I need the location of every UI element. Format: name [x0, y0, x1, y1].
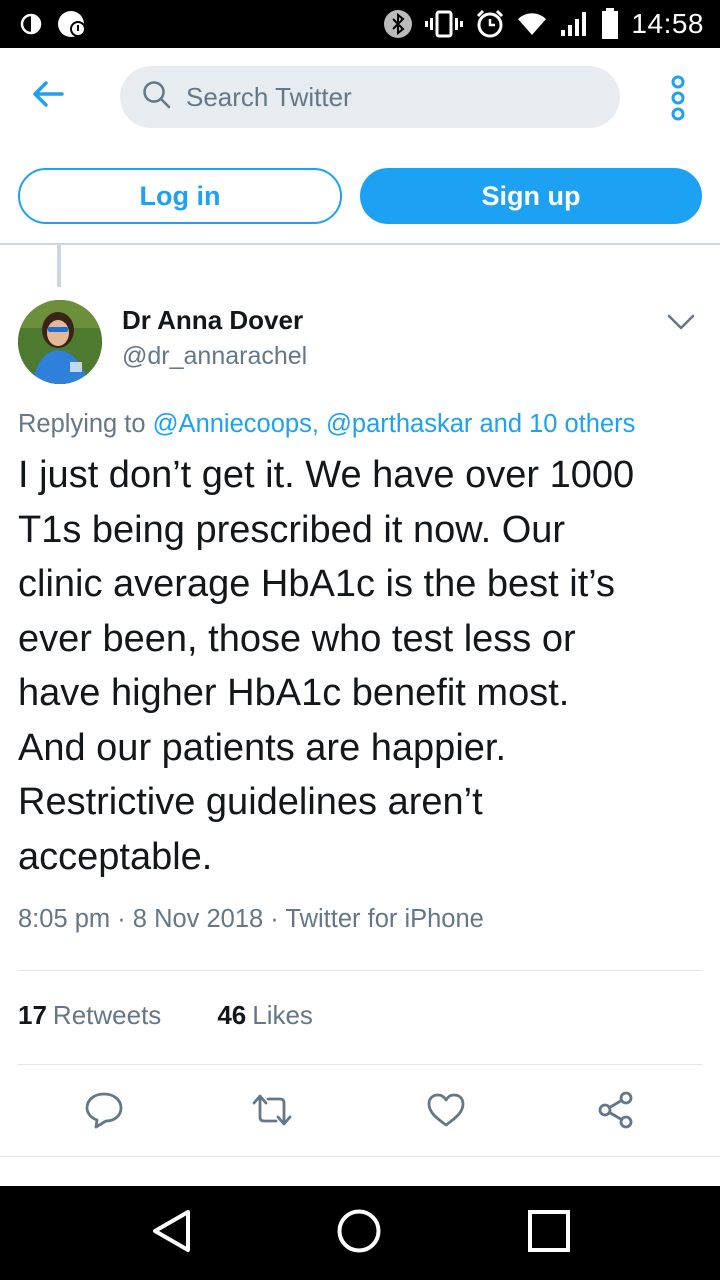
triangle-back-icon [150, 1208, 192, 1259]
reply-joiner: and [472, 410, 530, 438]
like-label: Likes [252, 1000, 313, 1030]
circle-home-icon [336, 1208, 382, 1259]
battery-icon [601, 8, 619, 40]
tweet-text-line: Restrictive guidelines aren’t [18, 781, 483, 823]
heart-icon [426, 1092, 466, 1133]
search-input[interactable] [186, 81, 586, 113]
signal-icon [559, 10, 589, 38]
share-icon [596, 1091, 636, 1134]
tweet-text-line: have higher HbA1c benefit most. [18, 672, 570, 714]
retweet-icon [250, 1093, 294, 1132]
tweet-text-line: acceptable. [18, 835, 213, 878]
replying-prefix: Replying to [18, 410, 153, 438]
more-options-button[interactable] [668, 74, 688, 122]
reply-others-link[interactable]: 10 others [529, 410, 635, 438]
bluetooth-icon [383, 9, 413, 39]
status-time: 14:58 [631, 8, 704, 39]
tweet-text-line: T1s being prescribed it now. Our [18, 508, 566, 551]
square-recents-icon [527, 1209, 571, 1258]
top-app-bar [0, 48, 720, 148]
nav-back-button[interactable] [146, 1208, 196, 1258]
tweet-options-button[interactable] [666, 310, 696, 334]
auth-buttons: Log in Sign up [18, 168, 702, 224]
system-navigation-bar [0, 1186, 720, 1280]
author-handle[interactable]: @dr_annarachel [122, 342, 307, 371]
like-button[interactable] [424, 1090, 468, 1134]
tweet-text-line: clinic average HbA1c is the best it’s [18, 563, 616, 605]
alarm-icon [475, 9, 505, 39]
search-icon [142, 80, 172, 115]
search-box[interactable] [120, 66, 620, 128]
notification-icon [56, 9, 90, 39]
tweet-text-line: And our patients are happier. [18, 726, 507, 769]
nav-recents-button[interactable] [524, 1208, 574, 1258]
signup-button[interactable]: Sign up [360, 168, 702, 224]
reply-icon [84, 1091, 124, 1134]
login-button[interactable]: Log in [18, 168, 342, 224]
retweets-stat[interactable]: 17 Retweets [18, 1000, 161, 1031]
retweet-label: Retweets [52, 1000, 162, 1030]
reply-separator: , [311, 410, 326, 438]
divider [18, 1064, 702, 1065]
share-button[interactable] [594, 1090, 638, 1134]
tweet-stats: 17 Retweets 46 Likes [18, 1000, 313, 1031]
arrow-left-icon [32, 80, 64, 112]
divider [18, 970, 702, 971]
tweet-timestamp[interactable]: 8:05 pm · 8 Nov 2018 · Twitter for iPhon… [18, 905, 484, 934]
tweet-text-line: I just don’t get it. We have over 1000 [18, 454, 635, 496]
avatar[interactable] [18, 300, 102, 384]
reply-mention-link[interactable]: @parthaskar [326, 410, 472, 438]
retweet-button[interactable] [250, 1090, 294, 1134]
replying-to: Replying to @Anniecoops, @parthaskar and… [18, 410, 635, 439]
likes-stat[interactable]: 46 Likes [217, 1000, 313, 1031]
retweet-count: 17 [18, 1000, 47, 1030]
wifi-icon [517, 11, 547, 37]
vibrate-icon [425, 9, 464, 39]
tweet-text-line: ever been, those who test less or [18, 617, 576, 660]
divider [0, 1156, 720, 1157]
header-divider [0, 243, 720, 245]
like-count: 46 [217, 1000, 247, 1030]
chevron-down-icon [666, 314, 696, 338]
reply-button[interactable] [82, 1090, 126, 1134]
author-name[interactable]: Dr Anna Dover [122, 305, 303, 336]
back-button[interactable] [28, 76, 68, 116]
status-bar: 14:58 [0, 0, 720, 48]
reply-mention-link[interactable]: @Anniecoops [153, 410, 312, 438]
thread-connector-line [57, 245, 61, 287]
more-vertical-icon [668, 75, 688, 126]
nav-home-button[interactable] [334, 1208, 384, 1258]
tweet-actions [0, 1090, 720, 1134]
tweet-text: I just don’t get it. We have over 1000 T… [18, 448, 708, 884]
data-saver-icon [20, 11, 42, 37]
